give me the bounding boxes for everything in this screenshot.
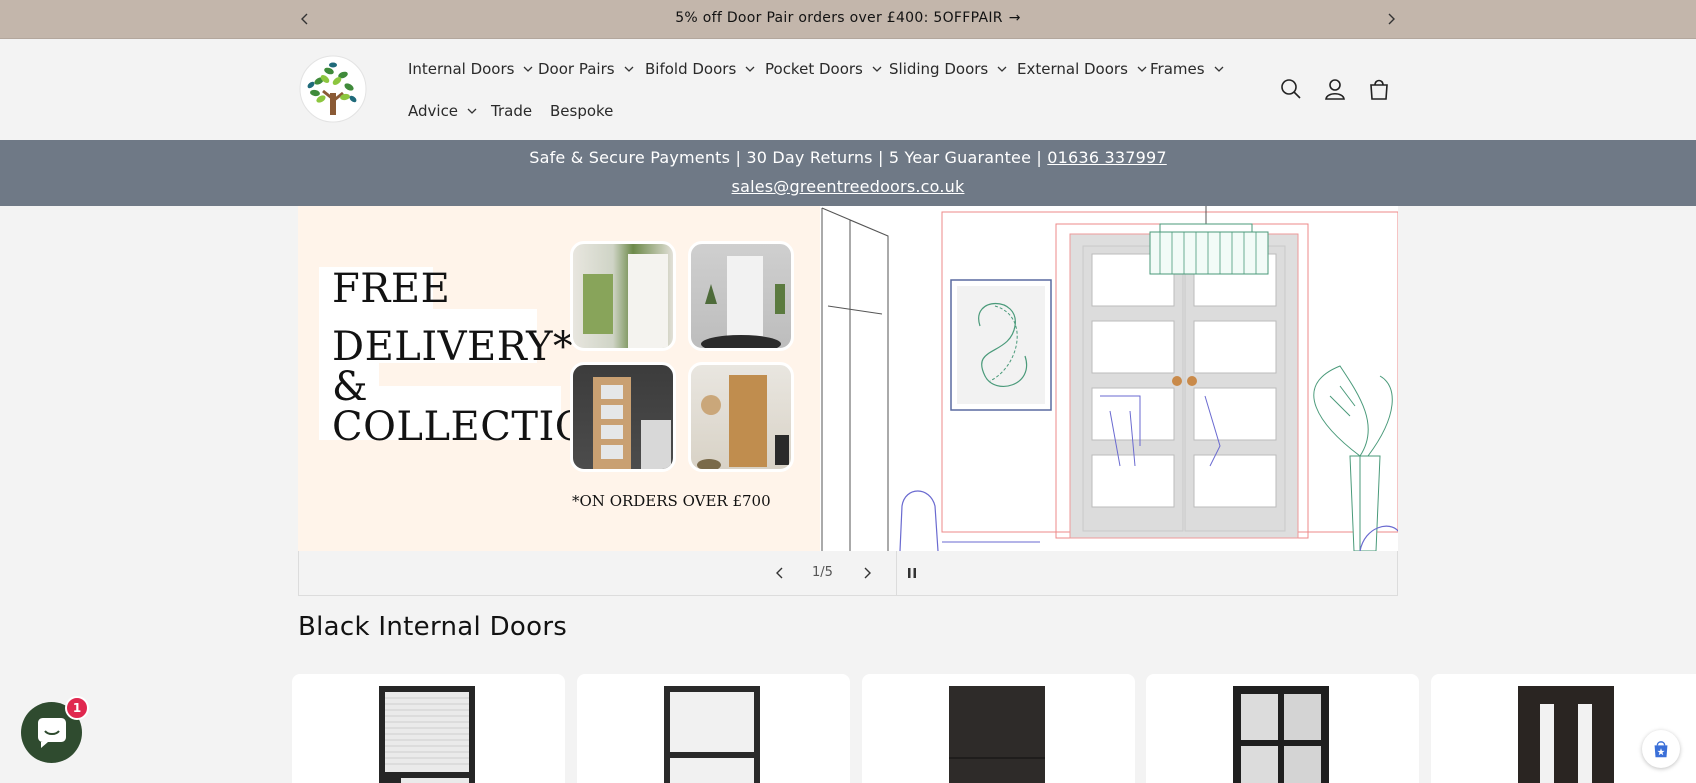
nav-bespoke[interactable]: Bespoke: [550, 102, 613, 120]
slide-counter: 1/5: [812, 565, 833, 580]
trust-bar: Safe & Secure Payments | 30 Day Returns …: [0, 140, 1696, 206]
chevron-down-icon: [1137, 66, 1147, 72]
hero-slide[interactable]: FREE DELIVERY* & COLLECTION *ON ORDERS O…: [298, 206, 1398, 551]
slide-prev-button[interactable]: [771, 564, 789, 582]
door-image: [379, 686, 475, 783]
door-photo-tile: [688, 362, 794, 472]
nav-pocket-doors[interactable]: Pocket Doors: [765, 60, 882, 78]
shopping-bag-star-icon: [1654, 741, 1668, 758]
nav-frames[interactable]: Frames: [1150, 60, 1224, 78]
door-photo-tile: [688, 241, 794, 351]
door-photo-tile: [570, 362, 676, 472]
announcement-message[interactable]: 5% off Door Pair orders over £400: 5OFFP…: [0, 10, 1696, 26]
door-image: [664, 686, 760, 783]
product-card[interactable]: [1146, 674, 1419, 783]
nav-bifold-doors[interactable]: Bifold Doors: [645, 60, 755, 78]
cart-button[interactable]: [1366, 76, 1392, 102]
trust-text: Safe & Secure Payments | 30 Day Returns …: [529, 148, 1048, 167]
product-card[interactable]: [577, 674, 850, 783]
chevron-left-icon: [776, 567, 783, 579]
pause-icon: [908, 568, 916, 578]
slideshow-controls: 1/5: [298, 551, 1398, 596]
door-image: [949, 686, 1045, 783]
nav-door-pairs[interactable]: Door Pairs: [538, 60, 634, 78]
nav-label: Door Pairs: [538, 60, 615, 78]
nav-label: Trade: [491, 102, 533, 120]
chevron-down-icon: [524, 66, 533, 72]
chevron-down-icon: [624, 66, 634, 72]
chevron-down-icon: [1214, 66, 1224, 72]
logo[interactable]: [299, 55, 367, 123]
announcement-bar: 5% off Door Pair orders over £400: 5OFFP…: [0, 0, 1696, 39]
chevron-down-icon: [997, 66, 1007, 72]
chevron-down-icon: [467, 108, 477, 114]
door-glazed-icon: [1540, 704, 1592, 783]
product-card[interactable]: [292, 674, 565, 783]
product-card[interactable]: [862, 674, 1135, 783]
phone-link[interactable]: 01636 337997: [1047, 148, 1166, 167]
door-glazed-icon: [670, 692, 754, 783]
nav-internal-doors[interactable]: Internal Doors: [408, 60, 533, 78]
announcement-text: 5% off Door Pair orders over £400: 5OFFP…: [675, 10, 1003, 26]
door-photo-icon: [701, 256, 785, 348]
chat-notification-badge: 1: [65, 696, 89, 720]
slide-pause-button[interactable]: [903, 564, 921, 582]
chat-bubble-icon: [37, 717, 66, 748]
door-photo-icon: [593, 377, 671, 469]
chevron-down-icon: [872, 66, 882, 72]
door-photo-tile: [570, 241, 676, 351]
cart-icon: [1370, 79, 1388, 100]
nav-advice[interactable]: Advice: [408, 102, 477, 120]
site-header: Internal Doors Door Pairs Bifold Doors P…: [0, 39, 1696, 140]
nav-label: Frames: [1150, 60, 1205, 78]
nav-trade[interactable]: Trade: [491, 102, 532, 120]
hero-footnote: *ON ORDERS OVER £700: [572, 492, 771, 510]
nav-label: Internal Doors: [408, 60, 515, 78]
nav-label: External Doors: [1017, 60, 1128, 78]
nav-label: Bespoke: [550, 102, 614, 120]
nav-sliding-doors[interactable]: Sliding Doors: [889, 60, 1007, 78]
nav-label: Pocket Doors: [765, 60, 863, 78]
search-button[interactable]: [1278, 76, 1304, 102]
chevron-right-icon: [1388, 13, 1395, 25]
accessibility-button[interactable]: [1642, 730, 1680, 768]
chevron-down-icon: [745, 66, 755, 72]
door-photo-icon: [697, 375, 789, 469]
door-image: [1518, 686, 1614, 783]
tree-logo-icon: [299, 55, 367, 123]
nav-external-doors[interactable]: External Doors: [1017, 60, 1147, 78]
search-icon: [1281, 79, 1301, 99]
trust-email-line: sales@greentreedoors.co.uk: [0, 177, 1696, 196]
account-button[interactable]: [1322, 76, 1348, 102]
room-illustration-icon: [820, 206, 1398, 551]
nav-label: Advice: [408, 102, 459, 120]
door-image: [1233, 686, 1329, 783]
door-photo-icon: [583, 254, 668, 348]
announcement-next-button[interactable]: [1381, 9, 1401, 29]
nav-label: Sliding Doors: [889, 60, 989, 78]
trust-line: Safe & Secure Payments | 30 Day Returns …: [0, 148, 1696, 167]
door-solid-icon: [949, 757, 1045, 759]
account-icon: [1325, 79, 1345, 100]
nav-label: Bifold Doors: [645, 60, 737, 78]
divider: [896, 551, 897, 596]
collection-title: Black Internal Doors: [298, 612, 568, 642]
door-glazed-icon: [385, 692, 469, 783]
hero-illustration: [820, 206, 1398, 551]
slide-next-button[interactable]: [858, 564, 876, 582]
arrow-right-icon: →: [1008, 10, 1021, 26]
door-glazed-icon: [1241, 694, 1321, 783]
hero-promo-panel: FREE DELIVERY* & COLLECTION *ON ORDERS O…: [298, 206, 820, 551]
email-link[interactable]: sales@greentreedoors.co.uk: [732, 177, 965, 196]
chevron-right-icon: [864, 567, 871, 579]
